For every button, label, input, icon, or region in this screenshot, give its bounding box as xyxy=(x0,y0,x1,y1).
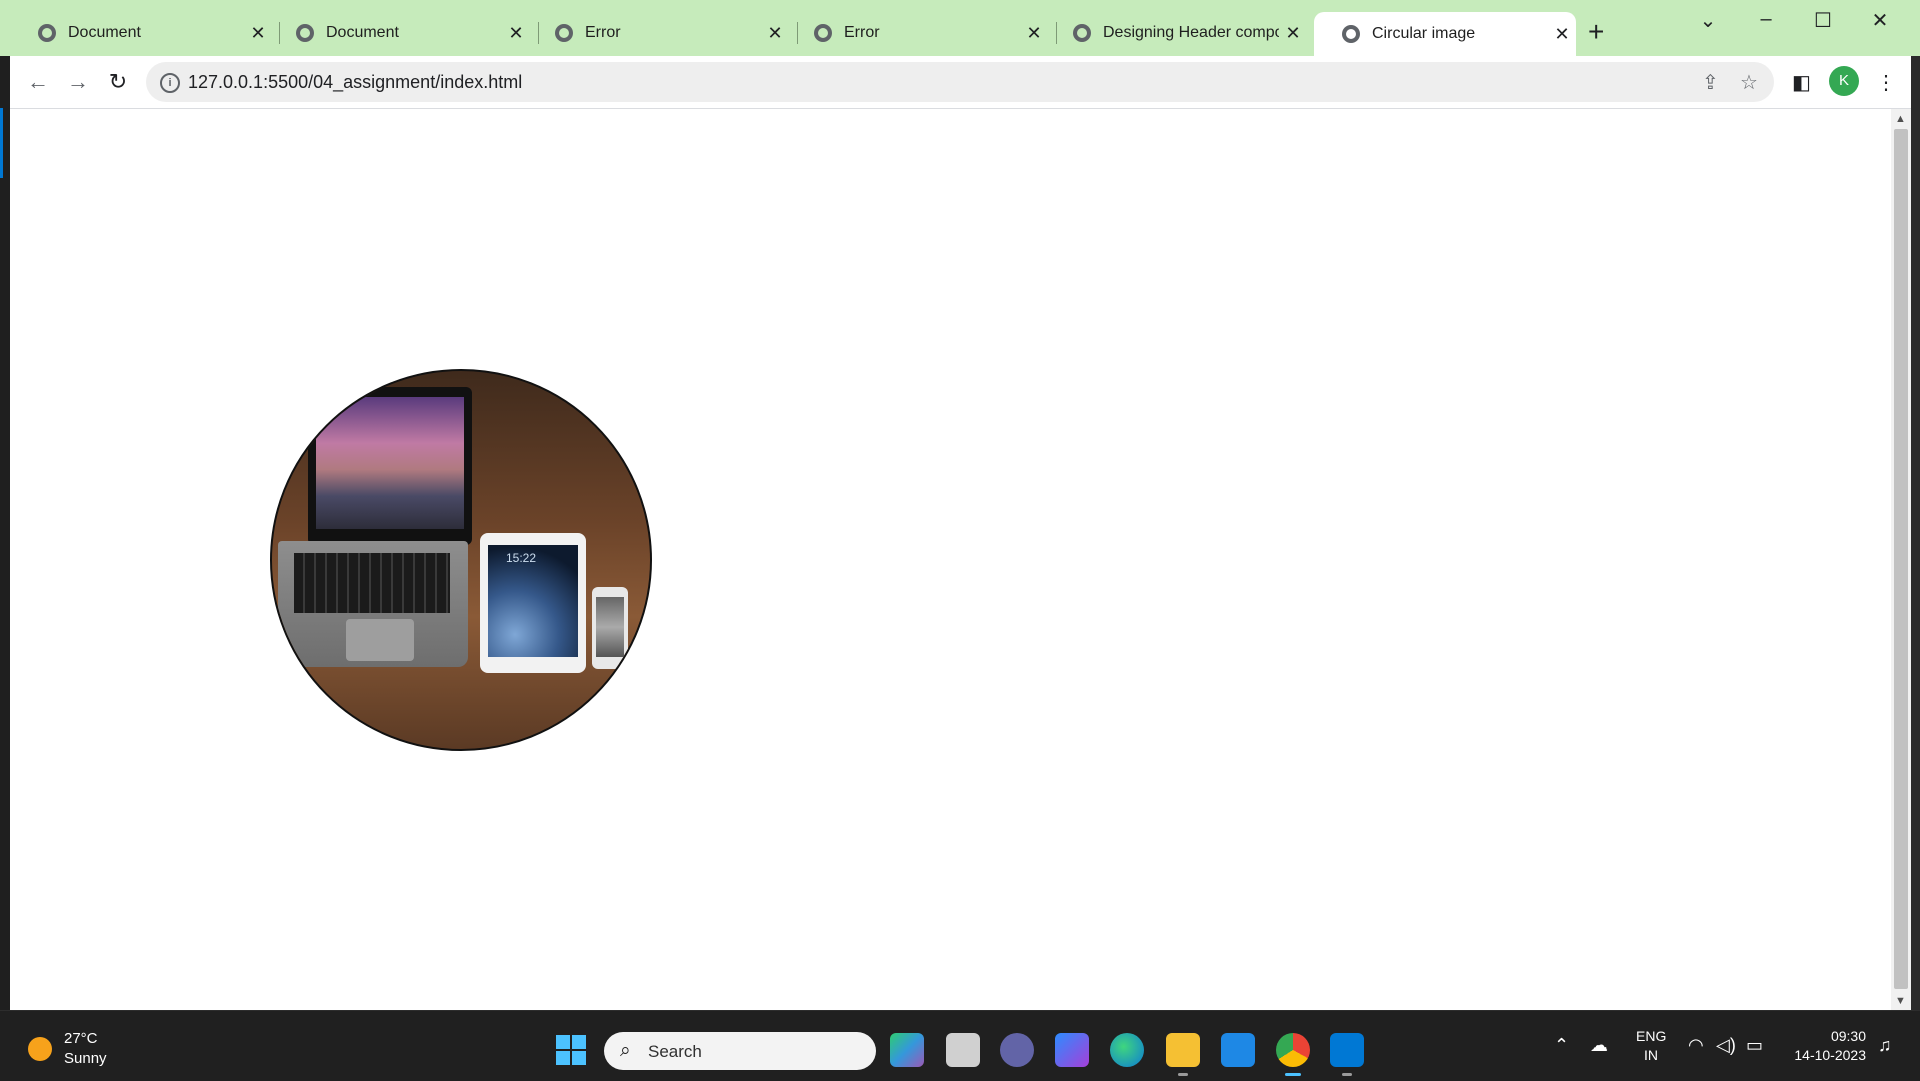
weather-temp: 27°C xyxy=(64,1030,98,1047)
globe-icon xyxy=(38,24,56,42)
search-label: Search xyxy=(648,1042,702,1061)
edge-icon[interactable] xyxy=(1110,1033,1144,1067)
language-code: ENG xyxy=(1636,1028,1667,1044)
search-icon: ⌕ xyxy=(620,1040,631,1061)
browser-toolbar: ← → ↻ i 127.0.0.1:5500/04_assignment/ind… xyxy=(0,56,1920,109)
laptop-screen xyxy=(308,387,472,545)
windows-taskbar: 27°C Sunny ⌕ Search ⌃ ☁ ENG IN ◠ ◁) ▭ 09… xyxy=(0,1010,1920,1081)
circular-image: 15:22 xyxy=(270,369,652,751)
clock-time: 09:30 xyxy=(1830,1028,1866,1044)
notification-bell-icon[interactable]: ♫ xyxy=(1878,1035,1892,1056)
sun-icon[interactable] xyxy=(28,1037,52,1061)
scroll-thumb[interactable] xyxy=(1894,129,1908,989)
taskbar-search[interactable]: ⌕ Search xyxy=(604,1032,876,1070)
menu-kebab-icon[interactable]: ⋮ xyxy=(1876,70,1896,95)
battery-icon[interactable]: ▭ xyxy=(1746,1035,1763,1056)
start-button[interactable] xyxy=(556,1035,586,1065)
tab-title: Error xyxy=(585,24,621,41)
copilot-icon[interactable] xyxy=(890,1033,924,1067)
language-indicator[interactable]: ENG IN xyxy=(1636,1027,1666,1065)
close-tab-icon[interactable]: ✕ xyxy=(1020,23,1048,44)
close-window-icon[interactable]: ✕ xyxy=(1860,8,1900,33)
onedrive-icon[interactable]: ☁ xyxy=(1590,1035,1608,1056)
forward-icon[interactable]: → xyxy=(62,66,94,98)
tab-circular-image[interactable]: Circular image ✕ xyxy=(1314,12,1576,56)
tablet-clock: 15:22 xyxy=(506,551,537,565)
reload-icon[interactable]: ↻ xyxy=(102,66,134,98)
tab-title: Error xyxy=(844,24,880,41)
chrome-icon[interactable] xyxy=(1276,1033,1310,1076)
profile-avatar[interactable]: K xyxy=(1829,66,1859,96)
tab-search-icon[interactable]: ⌄ xyxy=(1688,8,1728,33)
back-icon[interactable]: ← xyxy=(22,66,54,98)
tab-document-2[interactable]: Document ✕ xyxy=(268,14,530,52)
close-tab-icon[interactable]: ✕ xyxy=(761,23,789,44)
scroll-down-icon[interactable]: ▼ xyxy=(1895,995,1906,1007)
vscode-icon[interactable] xyxy=(1330,1033,1364,1076)
scroll-up-icon[interactable]: ▲ xyxy=(1895,113,1906,125)
region-code: IN xyxy=(1644,1047,1658,1063)
volume-icon[interactable]: ◁) xyxy=(1716,1035,1736,1056)
tablet-device: 15:22 xyxy=(480,533,586,673)
tab-error-1[interactable]: Error ✕ xyxy=(527,14,789,52)
tab-title: Designing Header compor xyxy=(1103,24,1279,41)
globe-icon xyxy=(1342,25,1360,43)
share-icon[interactable]: ⇪ xyxy=(1702,70,1719,95)
right-window-edge xyxy=(1911,56,1920,1010)
bookmark-star-icon[interactable]: ☆ xyxy=(1740,70,1758,95)
clock[interactable]: 09:30 14-10-2023 xyxy=(1786,1027,1866,1065)
clock-date: 14-10-2023 xyxy=(1794,1047,1866,1063)
site-info-icon[interactable]: i xyxy=(160,73,180,93)
teams-chat-icon[interactable] xyxy=(1000,1033,1034,1067)
tab-error-2[interactable]: Error ✕ xyxy=(786,14,1048,52)
address-bar[interactable]: i 127.0.0.1:5500/04_assignment/index.htm… xyxy=(146,62,1774,102)
tab-title: Document xyxy=(68,24,141,41)
tab-title: Circular image xyxy=(1372,25,1476,42)
minimize-icon[interactable]: – xyxy=(1746,8,1786,31)
weather-widget[interactable]: 27°C Sunny xyxy=(64,1029,107,1069)
bing-icon[interactable] xyxy=(1055,1033,1089,1067)
wifi-icon[interactable]: ◠ xyxy=(1688,1035,1704,1056)
file-explorer-icon[interactable] xyxy=(1166,1033,1200,1076)
globe-icon xyxy=(555,24,573,42)
globe-icon xyxy=(1073,24,1091,42)
laptop-keyboard xyxy=(278,541,468,667)
new-tab-button[interactable]: + xyxy=(1588,16,1604,48)
tab-strip: Document ✕ Document ✕ Error ✕ Error ✕ De… xyxy=(0,0,1920,56)
task-view-icon[interactable] xyxy=(946,1033,980,1067)
side-panel-icon[interactable]: ◧ xyxy=(1792,70,1811,95)
browser-window: Document ✕ Document ✕ Error ✕ Error ✕ De… xyxy=(0,0,1920,1010)
globe-icon xyxy=(814,24,832,42)
weather-desc: Sunny xyxy=(64,1050,107,1067)
tab-title: Document xyxy=(326,24,399,41)
vertical-scrollbar[interactable]: ▲ ▼ xyxy=(1891,109,1911,1010)
tab-designing-header[interactable]: Designing Header compor ✕ xyxy=(1045,14,1307,52)
close-tab-icon[interactable]: ✕ xyxy=(502,23,530,44)
close-tab-icon[interactable]: ✕ xyxy=(1548,24,1576,45)
globe-icon xyxy=(296,24,314,42)
tab-document-1[interactable]: Document ✕ xyxy=(10,14,272,52)
phone-device xyxy=(592,587,628,669)
close-tab-icon[interactable]: ✕ xyxy=(1279,23,1307,44)
show-hidden-icons[interactable]: ⌃ xyxy=(1554,1035,1569,1056)
mail-icon[interactable] xyxy=(1221,1033,1255,1067)
maximize-icon[interactable]: ☐ xyxy=(1803,8,1843,33)
url-text[interactable]: 127.0.0.1:5500/04_assignment/index.html xyxy=(188,72,522,93)
left-window-edge xyxy=(0,56,10,1010)
